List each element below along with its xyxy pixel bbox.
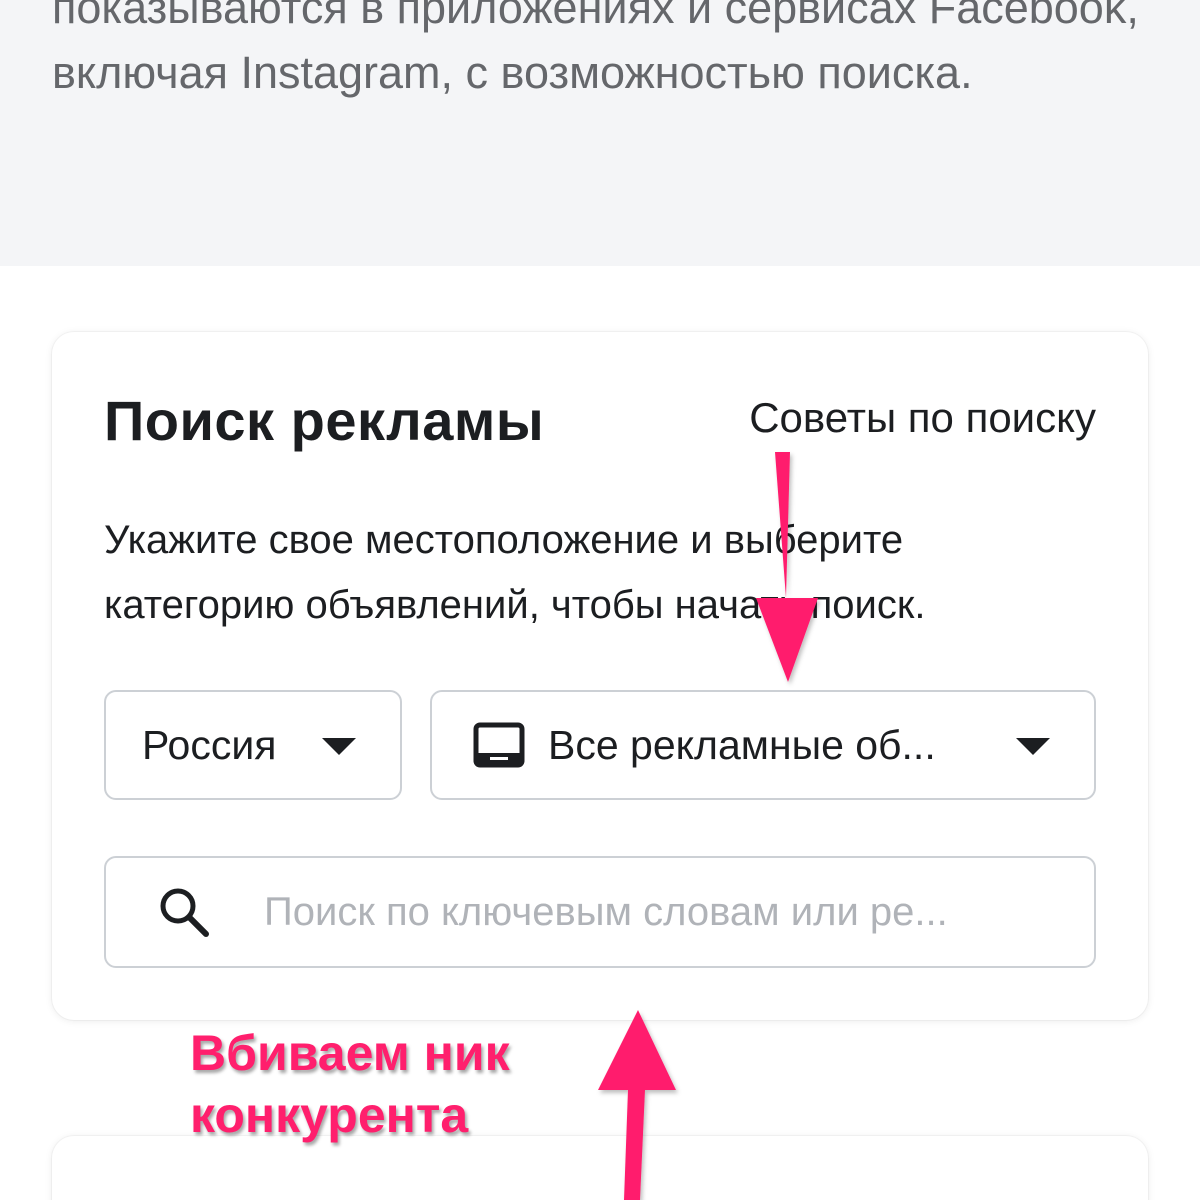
device-icon xyxy=(472,721,526,769)
country-select-value: Россия xyxy=(142,721,277,768)
ad-search-card: Поиск рекламы Советы по поиску Укажите с… xyxy=(52,332,1148,1020)
ad-category-select-value: Все рекламные об... xyxy=(548,721,936,768)
search-input[interactable] xyxy=(262,888,1066,936)
card-title: Поиск рекламы xyxy=(104,389,545,452)
annotation-line-2: конкурента xyxy=(190,1087,469,1143)
annotation-line-1: Вбиваем ник xyxy=(190,1025,510,1081)
intro-section: показываются в приложениях и сервисах Fa… xyxy=(0,0,1200,266)
search-icon xyxy=(156,884,212,940)
page: показываются в приложениях и сервисах Fa… xyxy=(0,0,1200,1200)
search-field[interactable] xyxy=(104,856,1096,968)
intro-text: показываются в приложениях и сервисах Fa… xyxy=(52,0,1139,98)
chevron-down-icon xyxy=(322,738,356,755)
card-description: Укажите свое местоположение и выберите к… xyxy=(104,518,926,627)
search-tips-link[interactable]: Советы по поиску xyxy=(749,394,1096,442)
country-select[interactable]: Россия xyxy=(104,690,402,800)
chevron-down-icon xyxy=(1016,738,1050,755)
annotation-text: Вбиваем ник конкурента xyxy=(190,1022,510,1146)
ad-category-select[interactable]: Все рекламные об... xyxy=(430,690,1096,800)
